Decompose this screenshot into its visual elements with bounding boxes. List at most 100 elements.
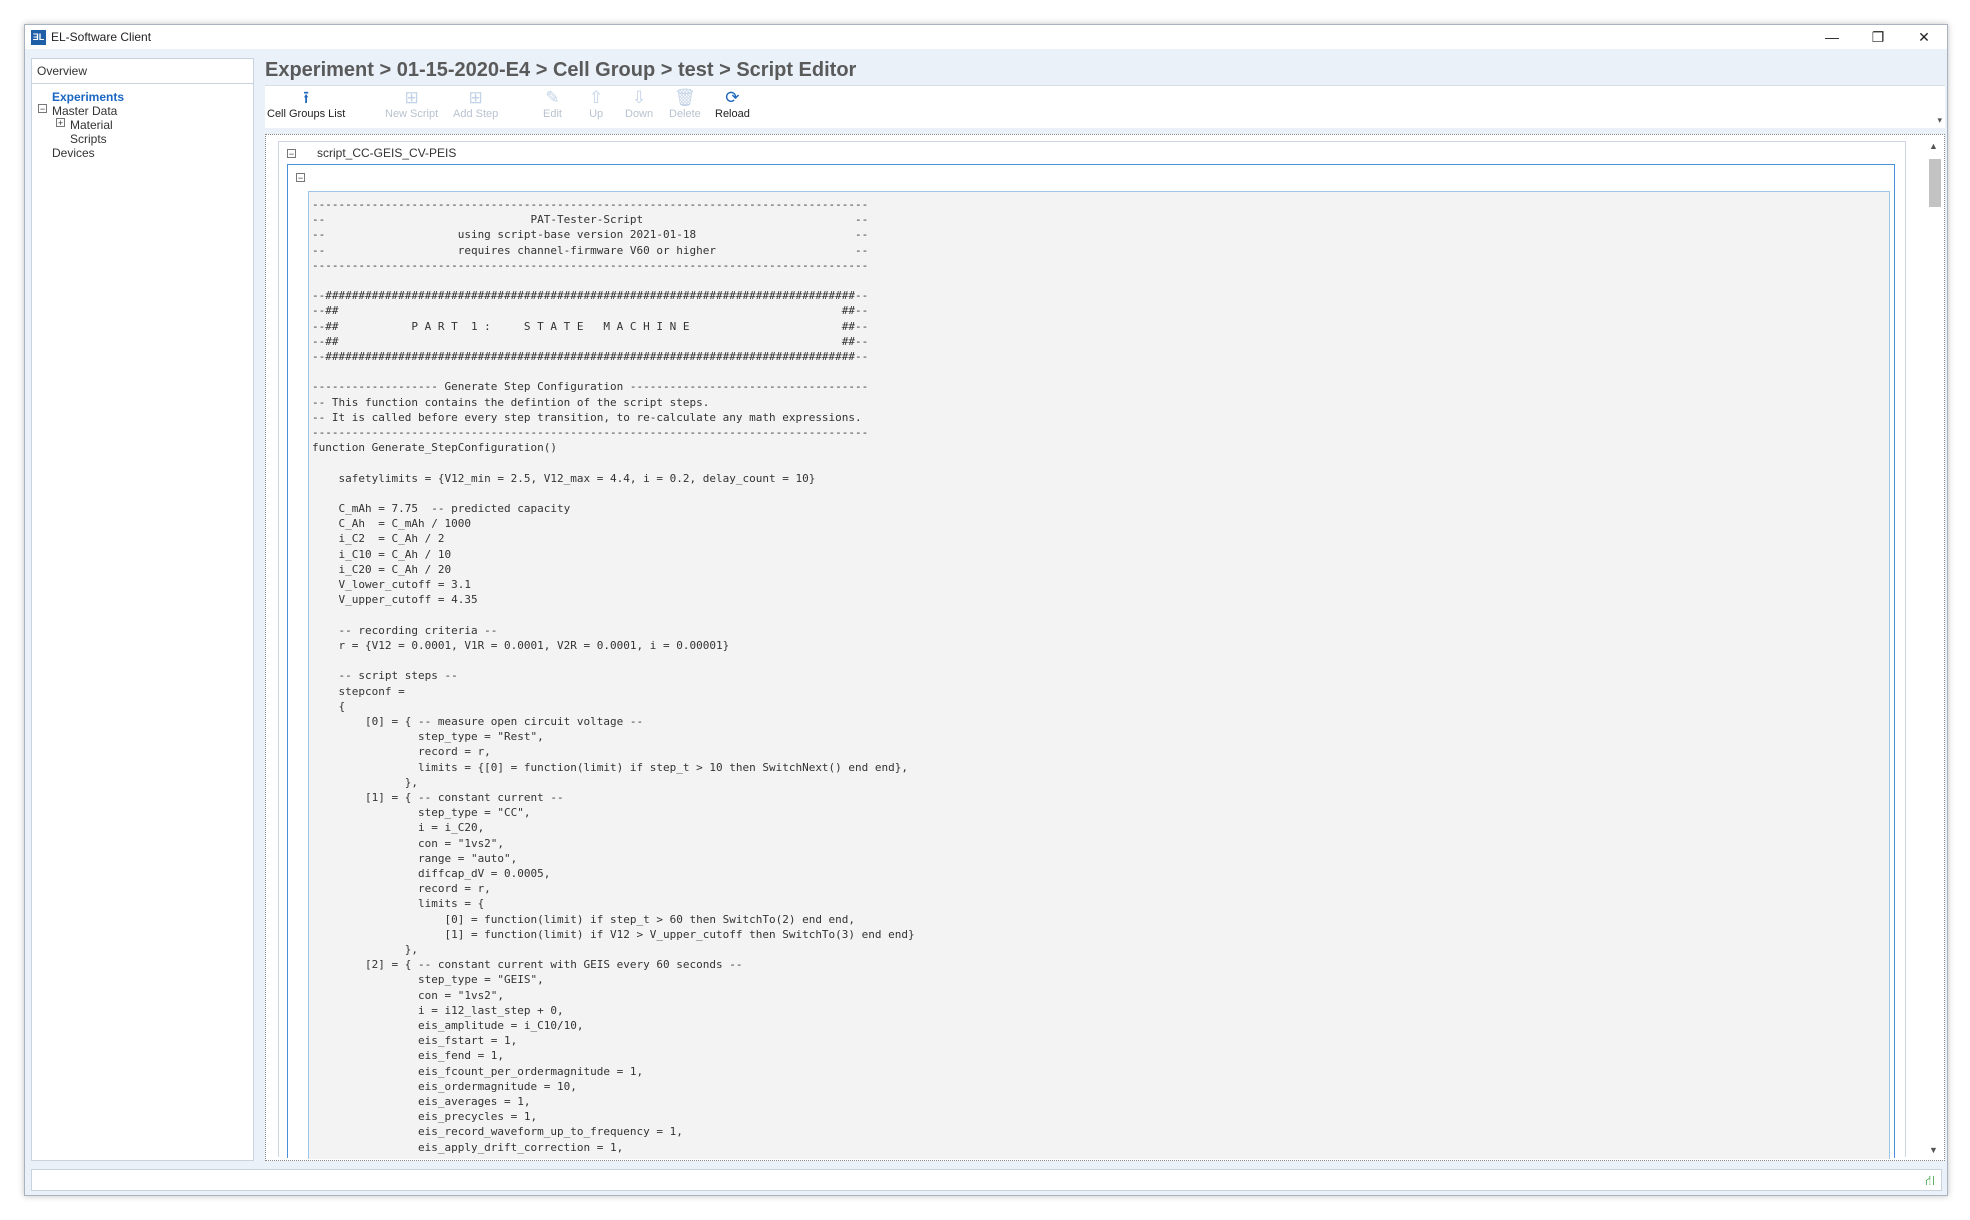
code-line: -- This function contains the defintion … (312, 395, 710, 409)
code-line: --######################################… (312, 350, 869, 364)
up-label: Up (589, 108, 604, 120)
code-line: ----------------------------------------… (312, 198, 869, 211)
step-collapse-icon[interactable]: − (296, 173, 305, 183)
add-step-button[interactable]: ⊞ Add Step (453, 88, 498, 120)
new-script-label: New Script (385, 108, 439, 120)
cell-groups-list-label: Cell Groups List (267, 108, 346, 120)
code-line: { (312, 699, 346, 713)
trash-icon: 🗑 (674, 88, 696, 107)
minimize-icon[interactable]: — (1809, 25, 1855, 49)
up-arrow-icon: ⇧ (589, 88, 604, 107)
scroll-up-icon[interactable]: ▲ (1929, 141, 1938, 151)
code-line: --## ##-- (312, 334, 869, 348)
code-line: eis_fstart = 1, (312, 1034, 518, 1048)
script-panel: − script_CC-GEIS_CV-PEIS − -------------… (278, 141, 1906, 1159)
code-line: [2] = { -- constant current with GEIS ev… (312, 958, 743, 972)
code-line: -- script steps -- (312, 669, 458, 683)
reload-button[interactable]: ⟳ Reload (715, 88, 750, 120)
delete-button[interactable]: 🗑 Delete (669, 88, 701, 120)
cell-groups-list-button[interactable]: ⭱ Cell Groups List (267, 88, 345, 120)
status-bar: ⛙ (31, 1169, 1942, 1191)
code-line: record = r, (312, 882, 491, 896)
script-editor-area: − script_CC-GEIS_CV-PEIS − -------------… (265, 134, 1945, 1161)
script-name: script_CC-GEIS_CV-PEIS (317, 146, 457, 160)
down-arrow-icon: ⇩ (631, 88, 647, 107)
code-line: i_C10 = C_Ah / 10 (312, 547, 452, 561)
code-line: [1] = { -- constant current -- (312, 790, 564, 804)
code-line: [0] = function(limit) if step_t > 60 the… (312, 912, 856, 926)
new-script-icon: ⊞ (404, 88, 419, 107)
code-line: i_C20 = C_Ah / 20 (312, 562, 452, 576)
code-line: i = i_C20, (312, 821, 485, 835)
up-button[interactable]: ⇧ Up (589, 88, 603, 120)
new-script-button[interactable]: ⊞ New Script (385, 88, 438, 120)
scrollbar-thumb[interactable] (1929, 159, 1941, 207)
code-line: diffcap_dV = 0.0005, (312, 866, 551, 880)
reload-label: Reload (715, 108, 750, 120)
down-label: Down (625, 108, 654, 120)
vertical-scrollbar[interactable]: ▲ ▼ (1925, 139, 1942, 1157)
edit-icon: ✎ (545, 88, 560, 107)
code-line: con = "1vs2", (312, 988, 505, 1002)
code-line: step_type = "GEIS", (312, 973, 544, 987)
code-editor[interactable]: ----------------------------------------… (308, 191, 1890, 1159)
code-line: record = r, (312, 745, 491, 759)
code-line: [0] = { -- measure open circuit voltage … (312, 714, 644, 728)
code-line: --## ##-- (312, 304, 869, 318)
sidebar: Overview Experiments − Master Data + Mat… (31, 58, 254, 1161)
code-line: -- requires channel-firmware V60 or high… (312, 243, 869, 257)
code-line: V_lower_cutoff = 3.1 (312, 578, 471, 592)
restore-icon[interactable]: ❐ (1855, 25, 1901, 49)
sidebar-item-devices[interactable]: Devices (52, 145, 95, 161)
app-logo-icon: ƎL (31, 29, 46, 45)
code-line: [1] = function(limit) if V12 > V_upper_c… (312, 927, 915, 941)
script-code[interactable]: ----------------------------------------… (309, 192, 1889, 1155)
code-line: limits = { (312, 897, 485, 911)
edit-button[interactable]: ✎ Edit (543, 88, 562, 120)
code-line: }, (312, 775, 418, 789)
code-line: stepconf = (312, 684, 405, 698)
code-line: V_upper_cutoff = 4.35 (312, 593, 478, 607)
code-line: --## P A R T 1 : S T A T E M A C H I N E… (312, 319, 869, 333)
script-step-panel: − --------------------------------------… (287, 164, 1895, 1159)
code-line: range = "auto", (312, 851, 518, 865)
window-title: EL-Software Client (51, 30, 152, 44)
code-line: -- using script-base version 2021-01-18 … (312, 228, 869, 242)
scroll-down-icon[interactable]: ▼ (1929, 1145, 1938, 1155)
upload-arrow-icon: ⭱ (303, 88, 310, 107)
code-line: eis_ordermagnitude = 10, (312, 1079, 577, 1093)
code-line: r = {V12 = 0.0001, V1R = 0.0001, V2R = 0… (312, 638, 730, 652)
script-header: − script_CC-GEIS_CV-PEIS (279, 142, 1905, 164)
code-line: step_type = "Rest", (312, 730, 544, 744)
app-window: ƎL EL-Software Client — ❐ ✕ Overview Exp… (24, 24, 1948, 1196)
window-controls: — ❐ ✕ (1809, 25, 1947, 49)
code-line: con = "1vs2", (312, 836, 505, 850)
code-line: eis_averages = 1, (312, 1094, 531, 1108)
script-collapse-icon[interactable]: − (287, 149, 296, 159)
code-line: C_mAh = 7.75 -- predicted capacity (312, 502, 571, 516)
toolbar-overflow-icon[interactable]: ▾ (1937, 115, 1942, 126)
close-icon[interactable]: ✕ (1901, 25, 1947, 49)
breadcrumb: Experiment > 01-15-2020-E4 > Cell Group … (265, 59, 857, 81)
add-step-icon: ⊞ (468, 88, 483, 107)
toolbar: ⭱ Cell Groups List ⊞ New Script ⊞ Add St… (265, 85, 1945, 128)
sidebar-header-overview[interactable]: Overview (32, 59, 253, 84)
collapse-icon[interactable]: − (38, 104, 47, 114)
code-line: --######################################… (312, 289, 869, 303)
code-line: i = i12_last_step + 0, (312, 1003, 564, 1017)
code-line: eis_amplitude = i_C10/10, (312, 1018, 584, 1032)
code-line: -- recording criteria -- (312, 623, 498, 637)
down-button[interactable]: ⇩ Down (625, 88, 653, 120)
add-step-label: Add Step (453, 108, 499, 120)
code-line: eis_fcount_per_ordermagnitude = 1, (312, 1064, 644, 1078)
code-line: safetylimits = {V12_min = 2.5, V12_max =… (312, 471, 816, 485)
expand-icon[interactable]: + (56, 118, 65, 128)
code-line: C_Ah = C_mAh / 1000 (312, 517, 471, 531)
code-line: -- It is called before every step transi… (312, 410, 862, 424)
code-line: eis_precycles = 1, (312, 1110, 538, 1124)
code-line: i_C2 = C_Ah / 2 (312, 532, 445, 546)
